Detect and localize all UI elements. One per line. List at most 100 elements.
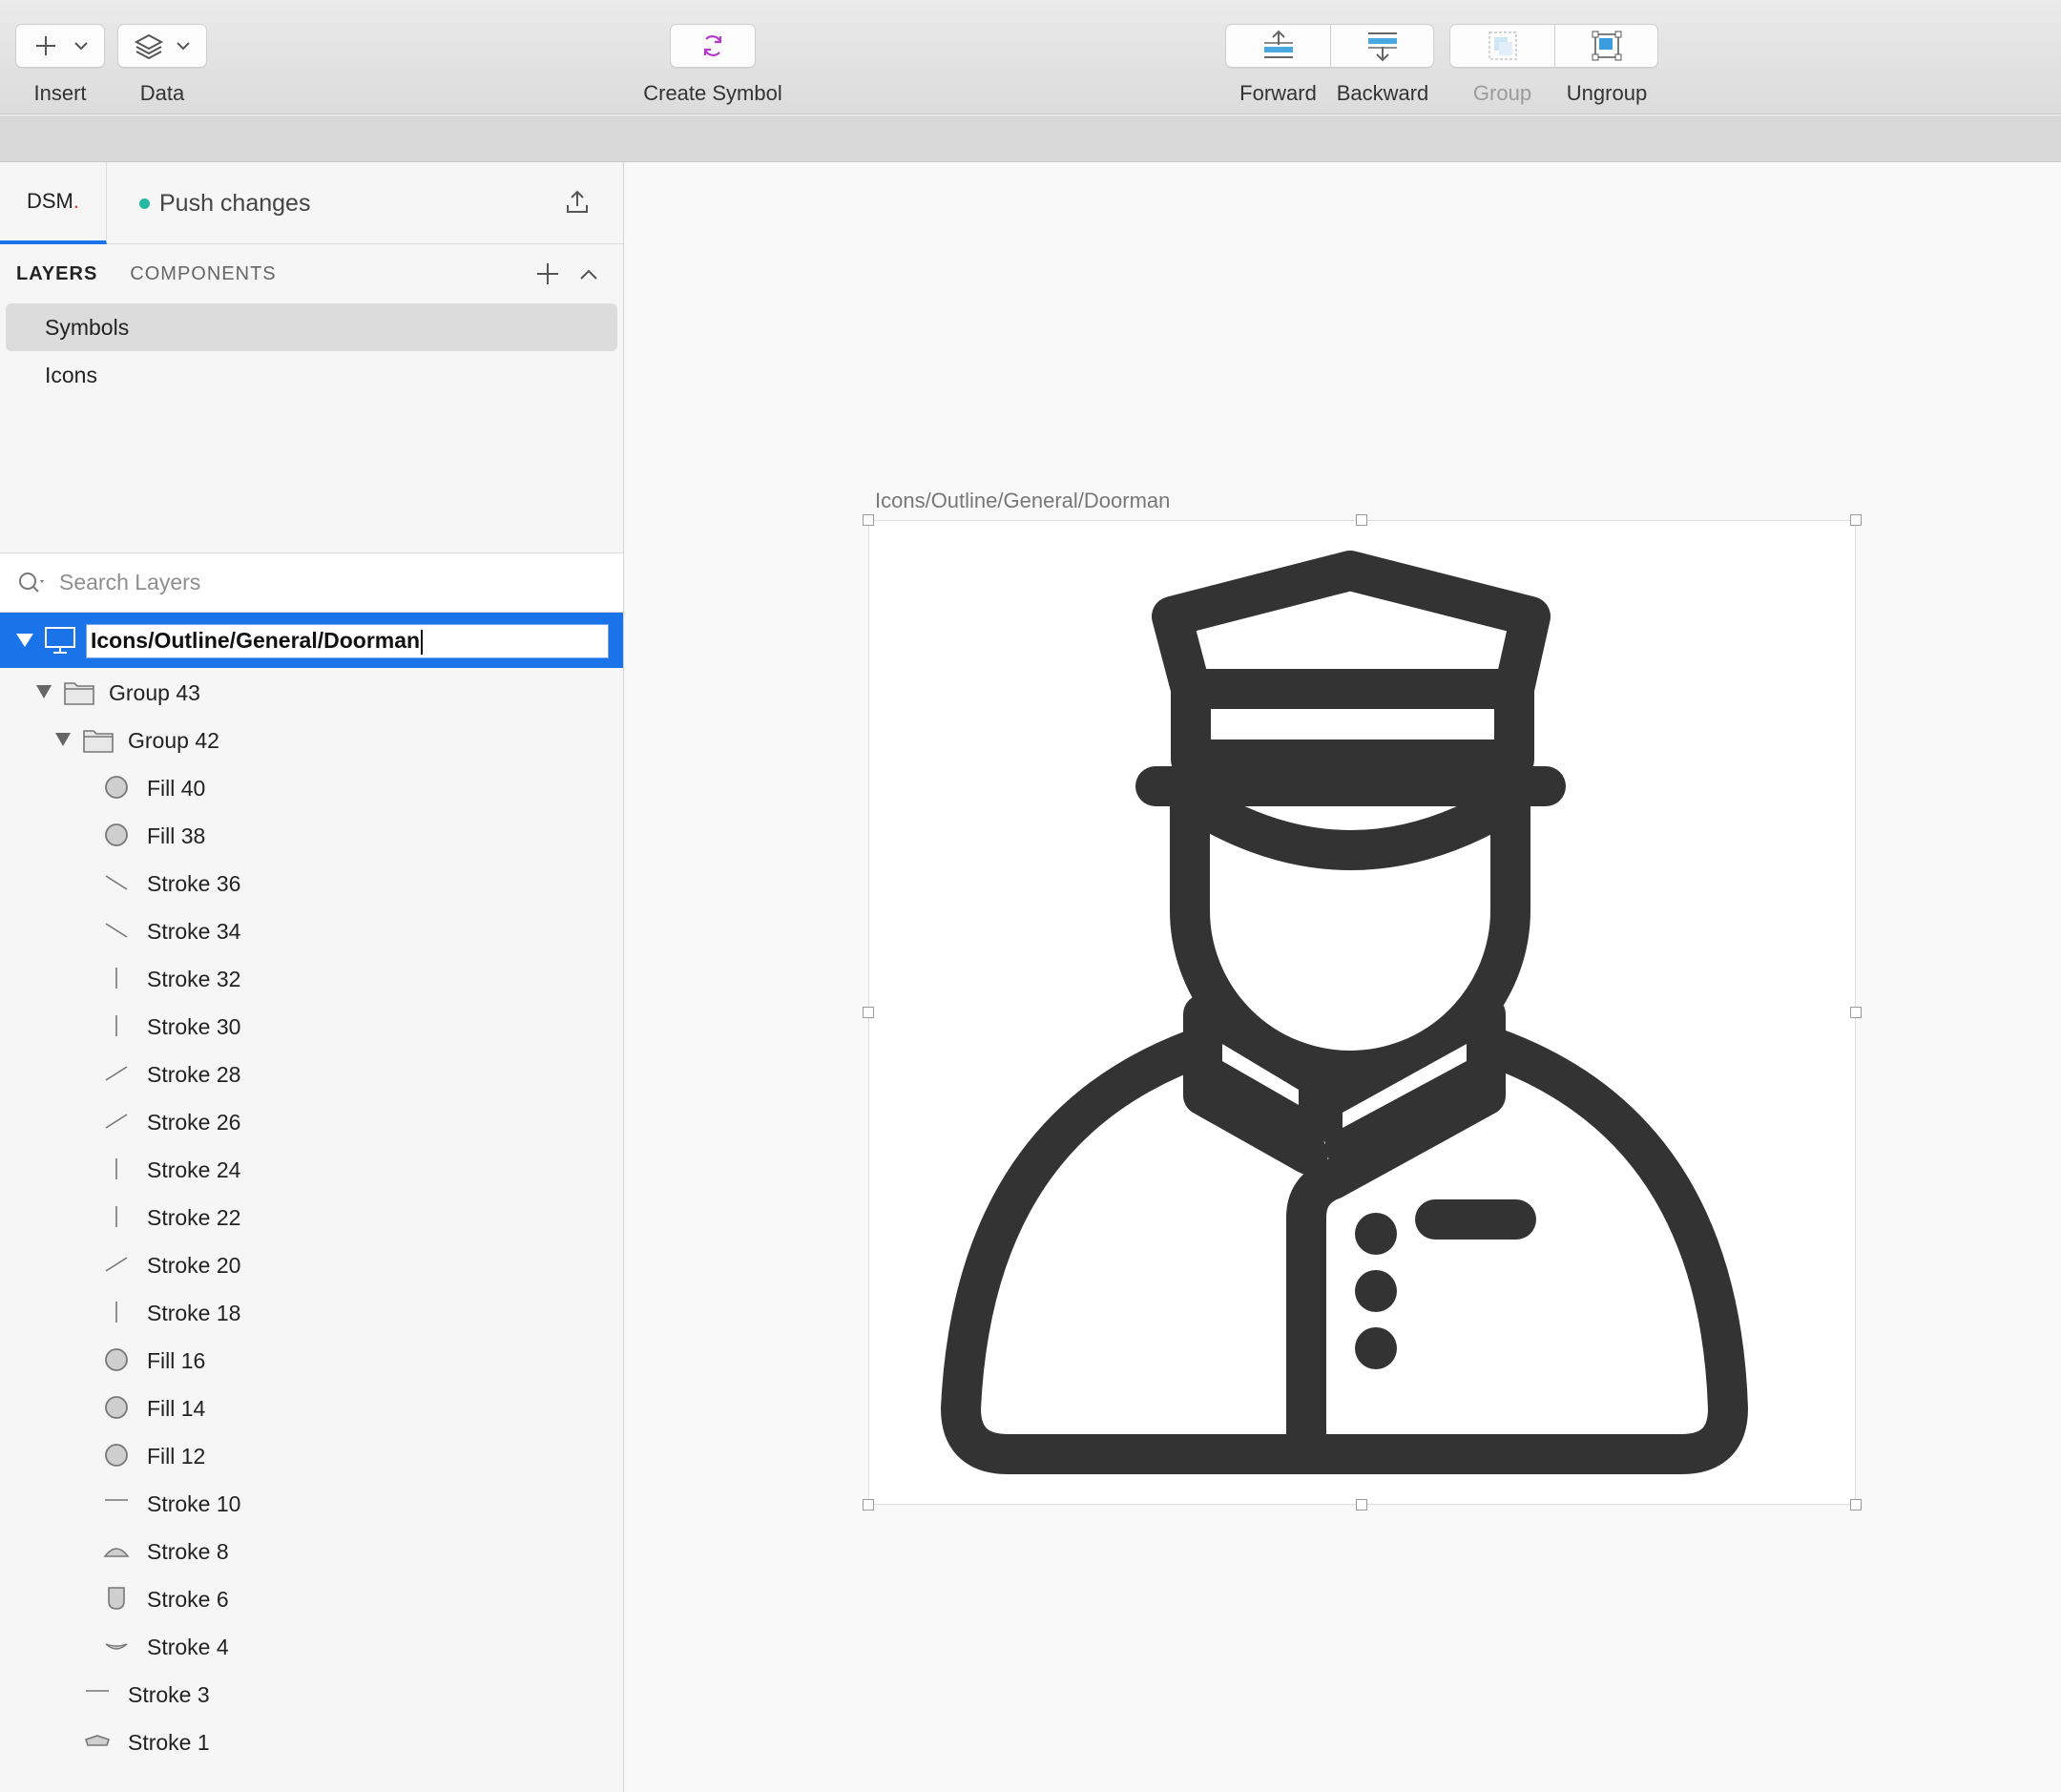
insert-button[interactable] [15,24,105,68]
doorman-icon[interactable] [869,521,1857,1506]
layer-row[interactable]: Fill 14 [0,1384,623,1431]
layer-row[interactable]: Stroke 22 [0,1193,623,1240]
layer-row[interactable]: Stroke 30 [0,1002,623,1050]
pages-list: Symbols Icons [0,303,623,553]
layer-row[interactable]: Fill 16 [0,1336,623,1384]
layer-row[interactable]: Stroke 26 [0,1097,623,1145]
layers-sidebar: DSM. Push changes LAYERS COMPONENTS Symb… [0,162,624,1792]
chevron-up-icon[interactable] [577,263,600,286]
line-vertical-icon [115,1158,117,1179]
arc-shape-icon [105,1643,128,1650]
layer-row[interactable]: Stroke 10 [0,1479,623,1527]
plus-icon [36,36,55,55]
layer-name-input[interactable]: Icons/Outline/General/Doorman [86,624,609,658]
tab-components[interactable]: COMPONENTS [130,263,276,285]
layer-row[interactable]: Stroke 34 [0,906,623,954]
layer-name: Stroke 36 [147,871,241,896]
dsm-tab[interactable]: DSM. [0,162,107,244]
layer-name: Stroke 8 [147,1539,229,1564]
layer-row[interactable]: Stroke 28 [0,1050,623,1097]
layer-row-artboard[interactable]: Icons/Outline/General/Doorman [0,613,623,668]
layer-row[interactable]: Group 43 [0,668,623,716]
artboard-icon [45,627,75,654]
layer-name: Fill 16 [147,1348,206,1373]
group-icon [1488,31,1517,60]
layer-search[interactable]: Search Layers [0,553,623,613]
resize-handle-top[interactable] [1356,514,1367,526]
layer-name: Stroke 22 [147,1205,241,1230]
layer-row[interactable]: Stroke 3 [0,1670,623,1718]
search-placeholder: Search Layers [59,570,201,594]
dsm-logo-dot: . [73,189,79,213]
resize-handle-left[interactable] [863,1007,874,1018]
upload-icon[interactable] [564,189,591,216]
ungroup-icon [1592,31,1621,61]
line-vertical-icon [115,1015,117,1036]
layer-row[interactable]: Stroke 8 [0,1527,623,1574]
layer-name: Group 42 [128,728,219,753]
push-changes-button[interactable]: Push changes [139,162,310,244]
status-dot [139,198,150,209]
layer-row[interactable]: Stroke 32 [0,954,623,1002]
disclosure-triangle-icon[interactable] [35,684,52,699]
layer-row[interactable]: Stroke 20 [0,1240,623,1288]
page-item-symbols[interactable]: Symbols [6,303,617,351]
cap-shape-icon [84,1735,111,1746]
layer-name: Stroke 34 [147,919,241,944]
line-down-icon [105,875,128,890]
line-vertical-icon [115,968,117,989]
ungroup-label: Ungroup [1566,81,1648,105]
layer-row[interactable]: Stroke 24 [0,1145,623,1193]
layer-name: Stroke 30 [147,1014,241,1039]
resize-handle-top-left[interactable] [863,514,874,526]
layer-row[interactable]: Stroke 1 [0,1718,623,1765]
layer-name: Stroke 26 [147,1110,241,1135]
disclosure-triangle-icon[interactable] [15,632,34,649]
layer-row[interactable]: Stroke 4 [0,1622,623,1670]
layer-name: Stroke 1 [128,1730,210,1755]
data-button[interactable] [117,24,207,68]
layer-list: Group 43 Group 42 Fill 40 Fill 38 Stroke 36 S… [0,668,623,1765]
inspector-subbar [0,115,2061,162]
folder-icon [83,730,114,753]
insert-label: Insert [33,81,87,105]
backward-button[interactable] [1331,24,1434,68]
oval-icon [105,823,128,846]
ungroup-button[interactable] [1555,24,1658,68]
layer-row[interactable]: Fill 12 [0,1431,623,1479]
forward-label: Forward [1239,81,1317,105]
layer-name: Stroke 10 [147,1491,241,1516]
layer-row[interactable]: Stroke 36 [0,859,623,906]
disclosure-triangle-icon[interactable] [54,732,72,747]
layer-row[interactable]: Stroke 6 [0,1574,623,1622]
group-button[interactable] [1449,24,1555,68]
line-vertical-icon [115,1206,117,1227]
arrange-control: Forward Backward [1225,24,1434,106]
push-changes-label: Push changes [159,189,311,217]
line-up-icon [105,1257,128,1272]
resize-handle-right[interactable] [1850,1007,1862,1018]
artboard-title[interactable]: Icons/Outline/General/Doorman [875,489,1170,513]
create-symbol-button[interactable] [670,24,756,68]
resize-handle-bottom[interactable] [1356,1499,1367,1511]
layer-row[interactable]: Fill 38 [0,811,623,859]
tab-layers[interactable]: LAYERS [16,263,97,285]
forward-button[interactable] [1225,24,1331,68]
layer-row[interactable]: Group 42 [0,716,623,763]
resize-handle-top-right[interactable] [1850,514,1862,526]
layer-name: Group 43 [109,680,200,705]
line-down-icon [105,923,128,938]
layer-name: Fill 38 [147,823,206,848]
artboard[interactable] [868,520,1856,1505]
page-item-icons[interactable]: Icons [6,351,617,399]
layer-name: Stroke 18 [147,1301,241,1325]
add-page-icon[interactable] [535,261,560,286]
layer-row[interactable]: Stroke 18 [0,1288,623,1336]
layer-name: Fill 40 [147,776,206,801]
page-label: Icons [45,362,97,387]
layer-row[interactable]: Fill 40 [0,763,623,811]
resize-handle-bottom-right[interactable] [1850,1499,1862,1511]
resize-handle-bottom-left[interactable] [863,1499,874,1511]
dome-shape-icon [103,1548,130,1557]
canvas[interactable]: Icons/Outline/General/Doorman [625,162,2061,1792]
